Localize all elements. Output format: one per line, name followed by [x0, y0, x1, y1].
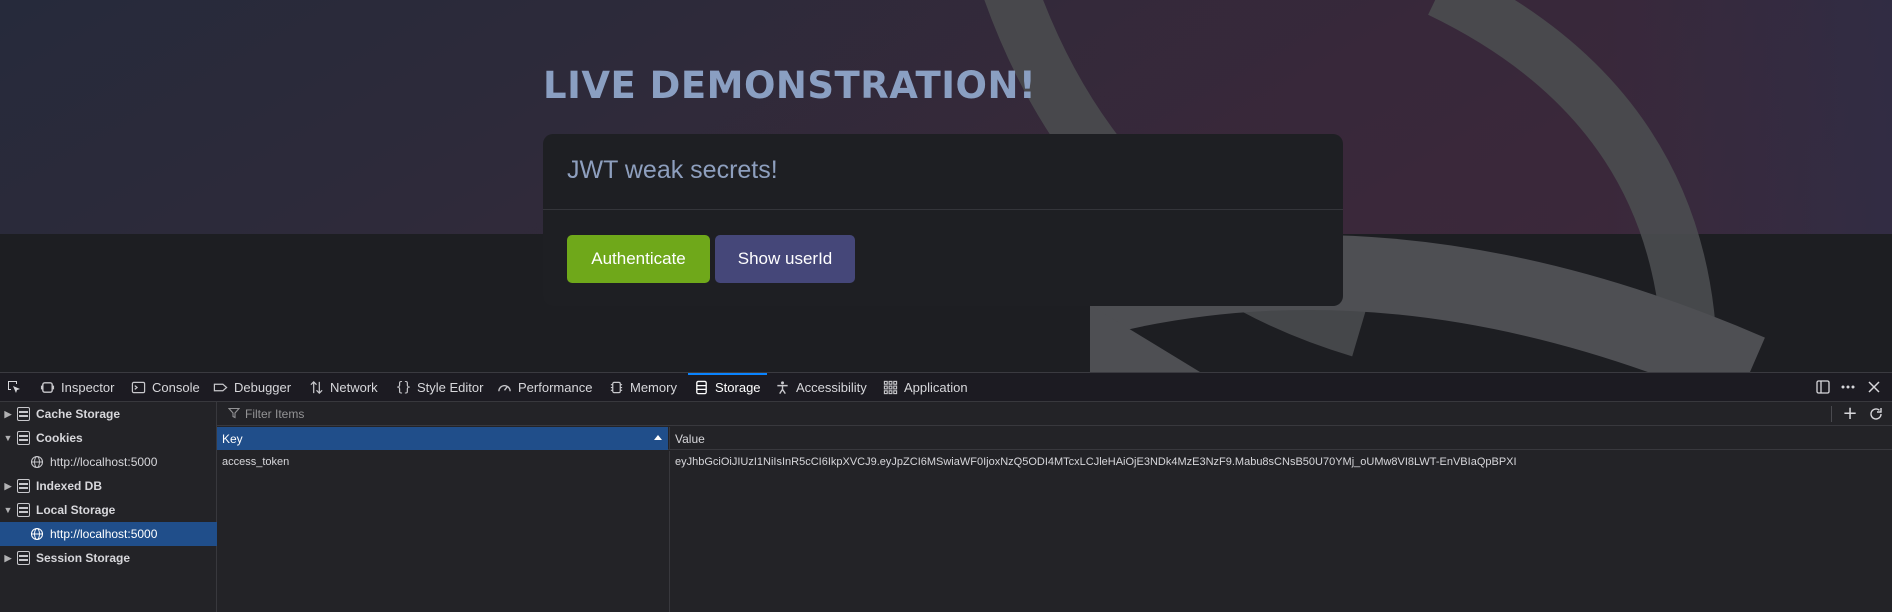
tree-item-local-storage-host[interactable]: http://localhost:5000: [0, 522, 217, 546]
tab-accessibility[interactable]: Accessibility: [775, 373, 867, 402]
tab-console[interactable]: Console: [131, 373, 200, 402]
table-header: Key Value: [217, 427, 1892, 450]
collapse-arrow-icon[interactable]: ▼: [3, 505, 13, 515]
tree-item-local-storage[interactable]: ▼ Local Storage: [0, 498, 217, 522]
column-header-value[interactable]: Value: [669, 427, 1892, 450]
tab-debugger[interactable]: Debugger: [213, 373, 291, 402]
expand-arrow-icon[interactable]: ▶: [3, 553, 13, 564]
close-icon[interactable]: [1866, 379, 1882, 395]
accessibility-icon: [775, 380, 790, 395]
expand-arrow-icon[interactable]: ▶: [3, 409, 13, 420]
more-options-icon[interactable]: [1840, 379, 1856, 395]
column-divider: [669, 473, 670, 612]
filter-input[interactable]: [227, 403, 827, 424]
tree-item-session-storage[interactable]: ▶ Session Storage: [0, 546, 217, 570]
toolbar-divider: [1831, 406, 1832, 422]
tab-application[interactable]: Application: [883, 373, 968, 402]
collapse-arrow-icon[interactable]: ▼: [3, 433, 13, 443]
console-icon: [131, 380, 146, 395]
add-item-icon[interactable]: +: [1842, 405, 1858, 423]
web-page: LIVE DEMONSTRATION! JWT weak secrets! Au…: [0, 0, 1892, 372]
tab-memory[interactable]: Memory: [609, 373, 677, 402]
element-picker-icon[interactable]: [6, 379, 22, 395]
storage-sidebar: ▶ Cache Storage ▼ Cookies http://localho…: [0, 402, 217, 612]
tree-item-cache-storage[interactable]: ▶ Cache Storage: [0, 402, 217, 426]
tab-performance[interactable]: Performance: [497, 373, 592, 402]
debugger-icon: [213, 380, 228, 395]
application-icon: [883, 380, 898, 395]
devtools-toolbar: Inspector Console Debugger Network {} St…: [0, 373, 1892, 402]
column-header-key[interactable]: Key: [217, 427, 668, 450]
cell-value[interactable]: eyJhbGciOiJIUzI1NiIsInR5cCI6IkpXVCJ9.eyJ…: [669, 451, 1892, 473]
storage-table-panel: + Key Value access_token eyJhbGciOiJIUzI…: [217, 402, 1892, 612]
page-title: LIVE DEMONSTRATION!: [543, 64, 1037, 107]
refresh-icon[interactable]: [1868, 406, 1884, 422]
performance-icon: [497, 380, 512, 395]
database-icon: [17, 551, 30, 565]
card-divider: [543, 209, 1343, 210]
tab-style-editor[interactable]: {} Style Editor: [395, 373, 484, 402]
devtools-panel: Inspector Console Debugger Network {} St…: [0, 372, 1892, 612]
memory-icon: [609, 380, 624, 395]
demo-card: JWT weak secrets! Authenticate Show user…: [543, 134, 1343, 306]
authenticate-button[interactable]: Authenticate: [567, 235, 710, 283]
inspector-icon: [40, 380, 55, 395]
tree-item-cookies[interactable]: ▼ Cookies: [0, 426, 217, 450]
database-icon: [17, 503, 30, 517]
tab-network[interactable]: Network: [309, 373, 378, 402]
card-title: JWT weak secrets!: [567, 156, 778, 184]
tree-item-cookies-host[interactable]: http://localhost:5000: [0, 450, 217, 474]
database-icon: [17, 431, 30, 445]
tab-inspector[interactable]: Inspector: [40, 373, 114, 402]
sort-ascending-icon: [654, 435, 662, 440]
globe-icon: [30, 527, 44, 541]
style-editor-icon: {}: [395, 380, 412, 395]
filter-bar: +: [217, 402, 1892, 426]
storage-icon: [694, 380, 709, 395]
cell-key[interactable]: access_token: [217, 451, 668, 473]
dock-side-icon[interactable]: [1815, 379, 1831, 395]
database-icon: [17, 479, 30, 493]
filter-icon: [228, 407, 240, 419]
database-icon: [17, 407, 30, 421]
tab-storage[interactable]: Storage: [688, 373, 767, 402]
show-userid-button[interactable]: Show userId: [715, 235, 855, 283]
globe-icon: [30, 455, 44, 469]
tree-item-indexed-db[interactable]: ▶ Indexed DB: [0, 474, 217, 498]
expand-arrow-icon[interactable]: ▶: [3, 481, 13, 492]
network-icon: [309, 380, 324, 395]
